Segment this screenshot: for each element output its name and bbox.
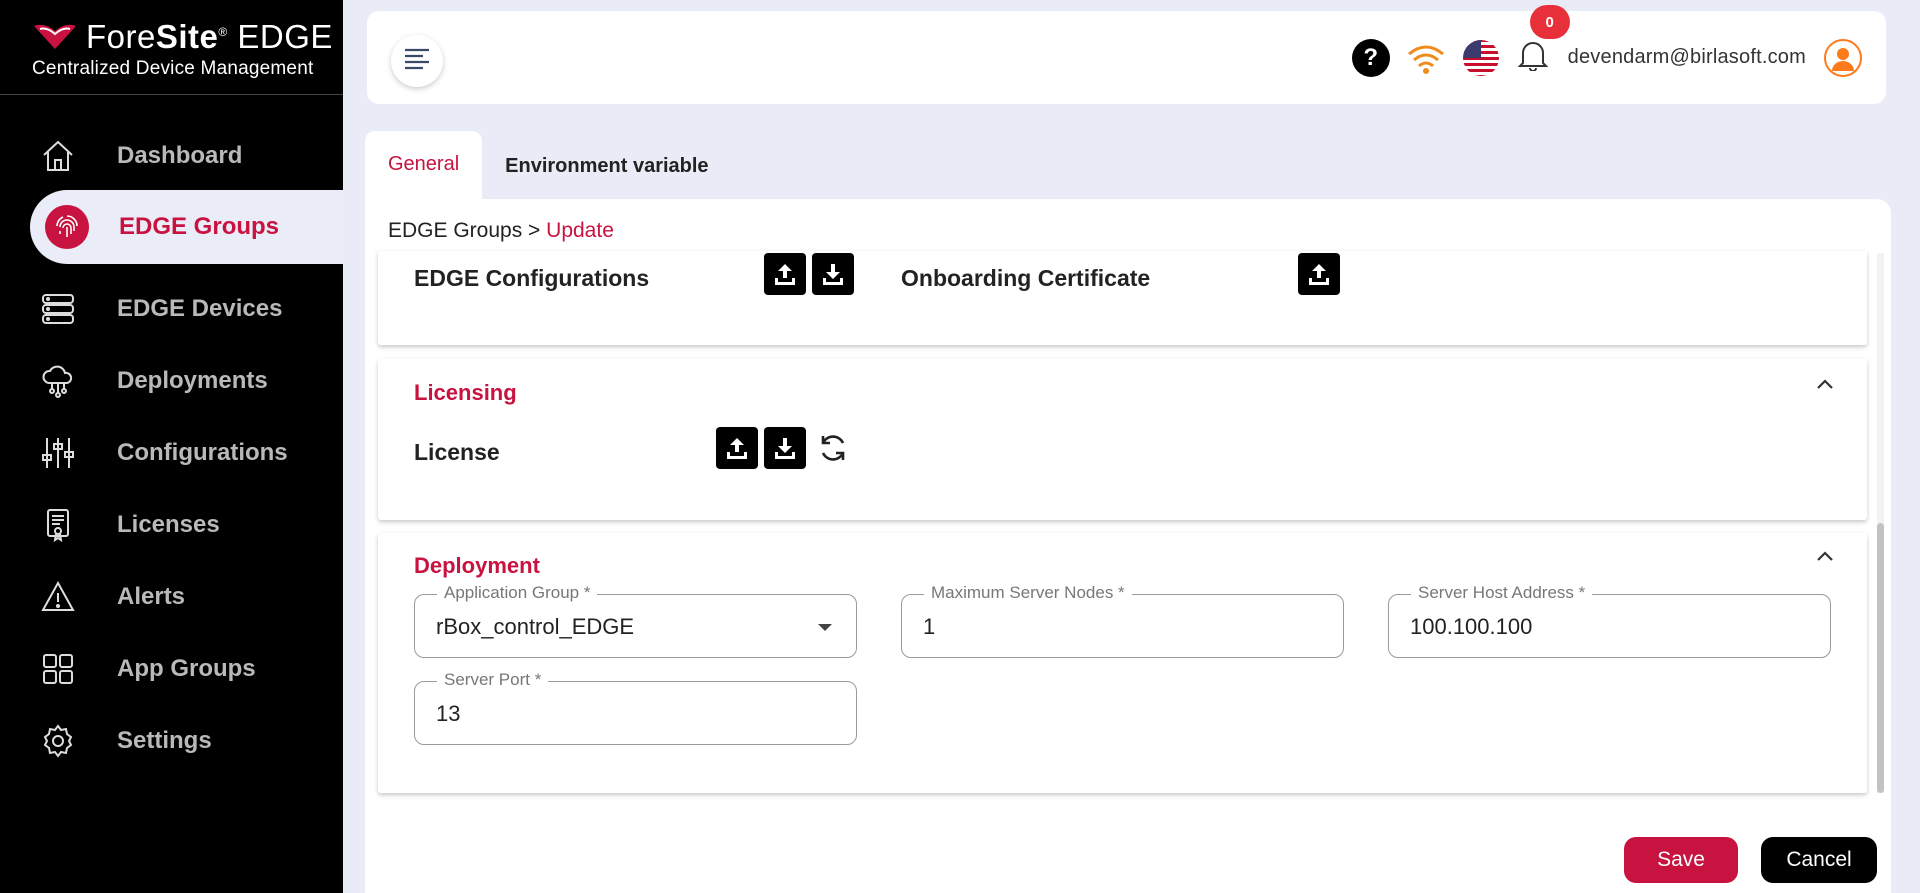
download-icon <box>772 435 798 461</box>
sidebar-item-label: Settings <box>117 727 212 754</box>
application-group-select[interactable]: Application Group * rBox_control_EDGE <box>414 583 857 658</box>
max-server-nodes-field[interactable]: Maximum Server Nodes * 1 <box>901 583 1344 658</box>
onboarding-certificate-label: Onboarding Certificate <box>901 265 1151 291</box>
sidebar-item-label: Alerts <box>117 583 186 610</box>
cancel-button[interactable]: Cancel <box>1761 837 1877 883</box>
sidebar-item-label: Licenses <box>117 511 220 538</box>
breadcrumb-current: Update <box>546 219 614 242</box>
licensing-card: Licensing License <box>378 359 1867 520</box>
application-group-value: rBox_control_EDGE <box>436 614 635 639</box>
scrollbar[interactable] <box>1877 253 1884 793</box>
upload-icon <box>772 261 798 287</box>
deployment-card: Deployment Application Group * rBox_cont… <box>378 533 1867 793</box>
help-button[interactable]: ? <box>1351 38 1390 77</box>
upload-icon <box>724 435 750 461</box>
sidebar-item-label: Dashboard <box>117 142 243 169</box>
configurations-card: EDGE Configurations Onboarding Certifica… <box>378 251 1867 345</box>
chevron-up-icon[interactable] <box>1813 545 1837 569</box>
tab-environment-variable[interactable]: Environment variable <box>482 131 731 201</box>
edge-config-upload-button[interactable] <box>764 253 806 295</box>
server-port-field[interactable]: Server Port * 13 <box>414 670 857 745</box>
license-upload-button[interactable] <box>716 427 758 469</box>
avatar[interactable] <box>1824 38 1862 77</box>
foresite-logo-icon <box>32 23 78 51</box>
brand-tagline: Centralized Device Management <box>32 58 314 79</box>
upload-icon <box>1306 261 1332 287</box>
server-port-label: Server Port * <box>437 670 549 690</box>
deployment-title: Deployment <box>414 553 540 578</box>
refresh-icon[interactable] <box>812 427 854 469</box>
sidebar: ForeSite® EDGE Centralized Device Manage… <box>0 0 343 893</box>
server-host-address-field[interactable]: Server Host Address * 100.100.100 <box>1388 583 1831 658</box>
licensing-title: Licensing <box>414 380 517 405</box>
sidebar-item-alerts[interactable]: Alerts <box>0 561 343 633</box>
license-label: License <box>414 439 500 465</box>
save-button[interactable]: Save <box>1624 837 1738 883</box>
grid-icon <box>40 649 104 689</box>
header-actions: ? 0 devendarm@birlasoft.com <box>1351 5 1862 104</box>
wifi-icon[interactable] <box>1406 42 1446 74</box>
breadcrumb: EDGE Groups > Update <box>388 219 614 242</box>
sidebar-item-settings[interactable]: Settings <box>0 705 343 777</box>
server-icon <box>40 289 104 329</box>
sidebar-item-edge-devices[interactable]: EDGE Devices <box>0 273 343 345</box>
server-port-value: 13 <box>436 701 461 726</box>
brand: ForeSite® EDGE Centralized Device Manage… <box>0 0 343 95</box>
home-icon <box>40 136 104 176</box>
bell-icon <box>1517 39 1548 71</box>
server-host-address-label: Server Host Address * <box>1411 583 1593 603</box>
tab-general[interactable]: General <box>365 131 483 201</box>
us-flag-icon[interactable] <box>1462 39 1500 77</box>
dropdown-arrow-icon <box>818 624 832 631</box>
application-group-label: Application Group * <box>437 583 598 603</box>
sliders-icon <box>40 433 104 473</box>
chevron-up-icon[interactable] <box>1813 373 1837 397</box>
fingerprint-icon <box>45 205 109 249</box>
hamburger-icon <box>403 47 431 76</box>
download-icon <box>820 261 846 287</box>
sidebar-item-deployments[interactable]: Deployments <box>0 345 343 417</box>
sidebar-item-label: EDGE Groups <box>119 213 280 240</box>
max-server-nodes-label: Maximum Server Nodes * <box>924 583 1132 603</box>
top-header: ? 0 devendarm@birlasoft.com <box>367 5 1886 104</box>
notifications-button[interactable]: 0 <box>1517 5 1570 76</box>
edge-config-download-button[interactable] <box>812 253 854 295</box>
license-download-button[interactable] <box>764 427 806 469</box>
user-icon <box>1829 44 1857 72</box>
sidebar-item-label: App Groups <box>117 655 256 682</box>
brand-name: ForeSite® EDGE <box>86 18 333 55</box>
edge-configurations-label: EDGE Configurations <box>414 265 650 291</box>
user-email: devendarm@birlasoft.com <box>1567 46 1806 68</box>
sidebar-item-label: Deployments <box>117 367 268 394</box>
max-server-nodes-value: 1 <box>923 614 936 639</box>
certificate-icon <box>40 505 104 545</box>
onboarding-certificate-upload-button[interactable] <box>1298 253 1340 295</box>
server-host-address-value: 100.100.100 <box>1410 614 1533 639</box>
warning-icon <box>40 577 104 617</box>
sidebar-item-label: Configurations <box>117 439 288 466</box>
breadcrumb-parent[interactable]: EDGE Groups <box>388 219 522 242</box>
menu-toggle-button[interactable] <box>391 35 443 87</box>
sidebar-item-licenses[interactable]: Licenses <box>0 489 343 561</box>
gear-icon <box>40 721 104 761</box>
sidebar-item-label: EDGE Devices <box>117 295 283 322</box>
sidebar-item-edge-groups[interactable]: EDGE Groups <box>30 190 343 264</box>
main-panel: EDGE Groups > Update EDGE Configurations… <box>365 199 1891 893</box>
notification-badge: 0 <box>1529 5 1570 39</box>
sidebar-item-dashboard[interactable]: Dashboard <box>0 120 343 192</box>
sidebar-item-configurations[interactable]: Configurations <box>0 417 343 489</box>
scrollbar-thumb[interactable] <box>1877 523 1884 793</box>
sidebar-item-app-groups[interactable]: App Groups <box>0 633 343 705</box>
cloud-network-icon <box>40 361 104 401</box>
tab-bar: General Environment variable <box>365 131 732 201</box>
